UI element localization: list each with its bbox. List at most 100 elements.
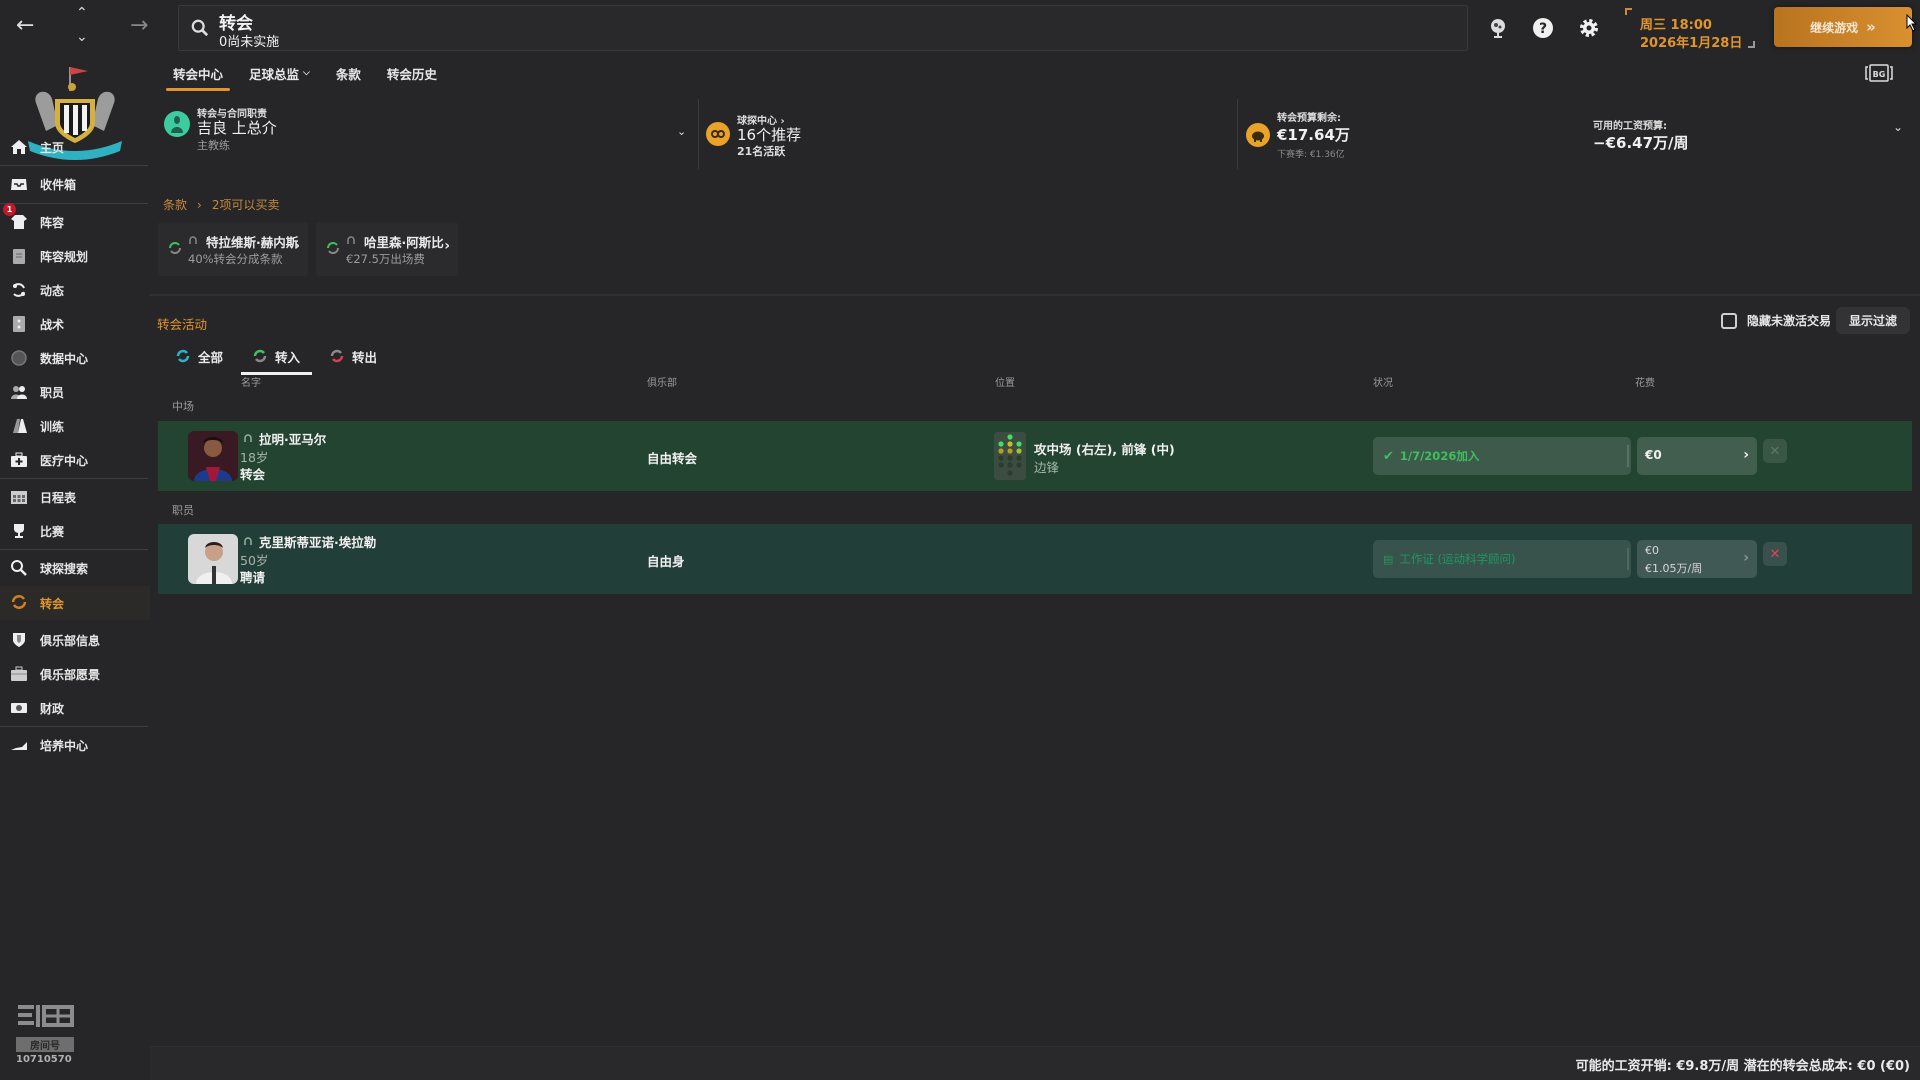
- sidebar-item-schedule[interactable]: 日程表: [0, 481, 150, 513]
- tab-transfer-centre[interactable]: 转会中心: [160, 58, 236, 91]
- corner-decoration: [1625, 8, 1632, 15]
- sidebar-item-label: 数据中心: [40, 351, 89, 366]
- player-name[interactable]: 拉明·亚马尔: [259, 429, 326, 448]
- tab-director-of-football[interactable]: 足球总监 ⌵: [236, 58, 323, 88]
- wage-budget-value: −€6.47万/周: [1593, 134, 1689, 152]
- wage-value: €1.05万/周: [1645, 562, 1703, 575]
- sidebar-item-label: 球探搜索: [40, 561, 89, 576]
- divider: [0, 478, 148, 479]
- tab-clauses[interactable]: 条款: [323, 58, 374, 88]
- shirt-icon: [11, 215, 27, 229]
- column-header-name[interactable]: 名字: [241, 374, 261, 389]
- column-header-club[interactable]: 俱乐部: [647, 374, 677, 389]
- svg-text:?: ?: [1539, 21, 1547, 37]
- clause-card[interactable]: 特拉维斯·赫内斯 40%转会分成条款 ›: [158, 222, 308, 276]
- continue-label: 继续游戏: [1810, 20, 1859, 35]
- main-tabs: 转会中心 足球总监 ⌵ 条款 转会历史: [160, 58, 450, 91]
- tab-label: 转会中心: [173, 66, 224, 82]
- hide-inactive-checkbox[interactable]: 隐藏未激活交易: [1721, 312, 1831, 329]
- column-header-position[interactable]: 位置: [995, 374, 1015, 389]
- sidebar-item-development[interactable]: 培养中心: [0, 729, 150, 761]
- sidebar-item-squad[interactable]: 阵容: [0, 206, 150, 238]
- background-toggle-icon[interactable]: BG: [1865, 62, 1893, 84]
- sidebar-item-staff[interactable]: 职员: [0, 376, 150, 408]
- sidebar-item-home[interactable]: 主页: [0, 131, 150, 163]
- corner-decoration: [1748, 41, 1755, 48]
- divider: [0, 165, 148, 166]
- inbox-icon: [11, 179, 27, 190]
- subtab-outgoing[interactable]: 转出: [318, 340, 389, 372]
- back-button[interactable]: ←: [16, 15, 34, 37]
- wage-budget-label: 可用的工资预算:: [1593, 121, 1667, 132]
- work-permit-icon: ▤: [1383, 552, 1394, 566]
- sidebar-item-training[interactable]: 训练: [0, 410, 150, 442]
- table-row[interactable]: 克里斯蒂亚诺·埃拉勒 50岁 聘请 自由身 ▤ 工作证 (运动科学顾问) €0 …: [158, 524, 1912, 594]
- sidebar-item-club-info[interactable]: 俱乐部信息: [0, 624, 150, 656]
- breadcrumb-clauses-link[interactable]: 条款: [163, 196, 187, 213]
- table-row[interactable]: 拉明·亚马尔 18岁 转会 自由转会 攻中场 (右左), 前锋 (中) 边锋 ✔…: [158, 421, 1912, 491]
- help-icon[interactable]: ?: [1531, 16, 1555, 40]
- sidebar-item-matches[interactable]: 比赛: [0, 515, 150, 547]
- club-value: 自由身: [647, 554, 685, 569]
- data-hub-icon: [11, 350, 27, 366]
- column-header-status[interactable]: 状况: [1373, 374, 1393, 389]
- sidebar-item-label: 比赛: [40, 524, 65, 539]
- position-pitch-icon: [994, 432, 1026, 480]
- status-text: 1/7/2026加入: [1399, 449, 1480, 463]
- fee-box[interactable]: €0 ›: [1637, 437, 1757, 475]
- sidebar-item-inbox[interactable]: 收件箱: [0, 168, 150, 200]
- game-date[interactable]: 周三 18:00 2026年1月28日: [1625, 8, 1755, 51]
- cancel-deal-button[interactable]: ✕: [1763, 542, 1787, 566]
- transfer-activity-title: 转会活动: [157, 317, 208, 332]
- divider: [0, 726, 148, 727]
- responsibility-dropdown-chevron-icon[interactable]: ⌄: [677, 125, 686, 138]
- sidebar-item-tactics[interactable]: 战术: [0, 308, 150, 340]
- sidebar-item-scouting[interactable]: 球探搜索: [0, 552, 150, 584]
- close-icon: ✕: [1769, 443, 1781, 459]
- sidebar-item-label: 阵容规划: [40, 249, 89, 264]
- globe-icon[interactable]: [1486, 16, 1510, 40]
- sidebar-item-label: 主页: [40, 140, 65, 155]
- status-text: 工作证 (运动科学顾问): [1399, 552, 1516, 566]
- clause-card[interactable]: 哈里森·阿斯比 €27.5万出场费 ›: [316, 222, 458, 276]
- trophy-icon: [14, 524, 24, 538]
- staff-name[interactable]: 克里斯蒂亚诺·埃拉勒: [259, 532, 376, 551]
- douyu-logo-icon: [18, 1005, 74, 1027]
- inbox-unread-badge: 1: [3, 203, 16, 216]
- position-value: 攻中场 (右左), 前锋 (中): [1034, 442, 1175, 457]
- clipboard-icon: [13, 249, 25, 264]
- forward-button[interactable]: →: [130, 15, 148, 37]
- sidebar-item-squad-planner[interactable]: 阵容规划: [0, 240, 150, 272]
- responsibility-role: 主教练: [197, 139, 230, 152]
- settings-gear-icon[interactable]: [1577, 16, 1601, 40]
- group-label: 职员: [172, 504, 194, 517]
- divider: [0, 203, 148, 204]
- status-box[interactable]: ✔ 1/7/2026加入: [1373, 437, 1631, 475]
- sidebar-item-dynamics[interactable]: 动态: [0, 274, 150, 306]
- search-input[interactable]: 转会 0尚未实施: [178, 5, 1468, 51]
- subtab-incoming[interactable]: 转入: [241, 340, 313, 375]
- tab-transfer-history[interactable]: 转会历史: [374, 58, 450, 88]
- deal-type: 聘请: [240, 570, 266, 585]
- sidebar-item-transfers[interactable]: 转会: [0, 586, 150, 620]
- scroll-up-button[interactable]: ⌃: [76, 6, 88, 20]
- status-box[interactable]: ▤ 工作证 (运动科学顾问): [1373, 540, 1631, 578]
- sidebar-item-data-hub[interactable]: 数据中心: [0, 342, 150, 374]
- stream-watermark: 房间号 10710570: [16, 1003, 80, 1065]
- checkbox-box[interactable]: [1721, 312, 1737, 329]
- scroll-down-button[interactable]: ⌄: [76, 30, 88, 44]
- show-filter-button[interactable]: 显示过滤: [1836, 307, 1910, 334]
- continue-game-button[interactable]: 继续游戏 »: [1774, 7, 1912, 47]
- budget-dropdown-chevron-icon[interactable]: ⌄: [1893, 120, 1903, 134]
- sidebar-item-club-vision[interactable]: 俱乐部愿景: [0, 658, 150, 690]
- fee-box[interactable]: €0 €1.05万/周 ›: [1637, 540, 1757, 578]
- transfer-icon: [11, 595, 27, 609]
- sidebar-item-finances[interactable]: 财政: [0, 692, 150, 724]
- sidebar-item-medical[interactable]: 医疗中心: [0, 444, 150, 476]
- column-header-fee[interactable]: 花费: [1635, 374, 1655, 389]
- outgoing-arrows-icon: [330, 349, 344, 363]
- cancel-deal-button[interactable]: ✕: [1763, 439, 1787, 463]
- chevron-right-icon: ›: [444, 238, 450, 254]
- subtab-all[interactable]: 全部: [164, 340, 235, 372]
- lock-icon: [244, 537, 252, 545]
